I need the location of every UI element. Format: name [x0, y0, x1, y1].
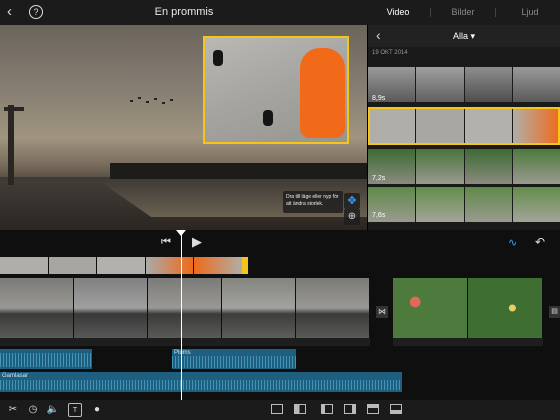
scene-bird [146, 101, 149, 103]
date-header: 19 OKT 2014 [372, 50, 408, 56]
layout-pip-icon[interactable] [294, 404, 306, 414]
pip-orange-jacket [300, 48, 345, 138]
playhead[interactable] [181, 234, 182, 400]
volume-icon[interactable]: 🔈 [46, 403, 60, 417]
pip-shoe [213, 50, 223, 66]
project-title: En prommis [154, 6, 214, 18]
scene-crane-arm [4, 107, 24, 111]
background-music-clip[interactable]: Gamlasar [0, 372, 402, 392]
clip-audio-strip [0, 338, 370, 346]
layout-split-top-icon[interactable] [367, 404, 379, 414]
move-icon[interactable]: ✥ [344, 193, 360, 209]
tab-video[interactable]: Video [380, 0, 416, 25]
scene-bird [162, 102, 165, 104]
scene-shore [110, 163, 367, 179]
browser-clip[interactable] [368, 67, 560, 102]
timeline-video-clip[interactable] [393, 278, 543, 338]
scene-bird [130, 100, 133, 102]
play-icon[interactable]: ▶ [192, 234, 202, 250]
speed-icon[interactable]: ◷ [26, 403, 40, 417]
clip-duration: 7,2s [372, 175, 386, 182]
scissors-icon[interactable]: ✂ [6, 403, 20, 417]
tab-bilder[interactable]: Bilder [445, 0, 481, 25]
layout-split-right-icon[interactable] [344, 404, 356, 414]
transition-icon[interactable]: ⋈ [376, 306, 388, 318]
overlay-clip-track[interactable] [0, 257, 248, 274]
audio-clip[interactable] [0, 349, 92, 369]
media-browser: ‹ Alla ▾ 19 OKT 2014 8,9s 7,2s 7,6s [368, 25, 560, 230]
filters-icon[interactable]: ● [90, 403, 104, 417]
clip-duration: 8,9s [372, 95, 386, 102]
tab-ljud[interactable]: Ljud [512, 0, 548, 25]
tab-divider [430, 8, 431, 17]
titles-icon[interactable]: T [68, 403, 82, 417]
audio-waveform-icon[interactable]: ∿ [508, 236, 517, 249]
browser-header: ‹ Alla ▾ [368, 25, 560, 47]
tab-divider [495, 8, 496, 17]
layout-fullscreen-icon[interactable] [271, 404, 283, 414]
skip-back-icon[interactable]: ⏮ [161, 236, 171, 249]
clip-audio-strip [393, 338, 543, 346]
browser-clip[interactable] [368, 187, 560, 222]
audio-waveform [0, 353, 92, 367]
scene-bird [170, 99, 173, 101]
scene-bird [154, 98, 157, 100]
selected-clip-frame [368, 107, 560, 145]
resize-hint: Dra till läge eller nyp för att ändra st… [283, 191, 343, 213]
layout-split-left-icon[interactable] [321, 404, 333, 414]
undo-icon[interactable]: ↶ [535, 235, 545, 249]
scene-crane [8, 105, 14, 185]
picture-in-picture-overlay[interactable] [203, 36, 349, 144]
audio-clip-label: Gamlasar [2, 373, 29, 379]
audio-waveform [0, 380, 402, 390]
scene-bird [138, 97, 141, 99]
pip-shoe [263, 110, 273, 126]
clip-duration: 7,6s [372, 212, 386, 219]
filter-dropdown[interactable]: Alla ▾ [368, 25, 560, 47]
browser-clip[interactable] [368, 149, 560, 184]
layout-split-bottom-icon[interactable] [390, 404, 402, 414]
timeline-video-clip[interactable] [0, 278, 370, 338]
top-bar: ‹ ? En prommis Video Bilder Ljud [0, 0, 560, 25]
audio-waveform [172, 356, 296, 368]
end-transition-icon[interactable]: ▤ [549, 306, 560, 318]
zoom-icon[interactable]: ⊕ [344, 209, 360, 225]
audio-clip[interactable]: Plums [172, 349, 296, 369]
